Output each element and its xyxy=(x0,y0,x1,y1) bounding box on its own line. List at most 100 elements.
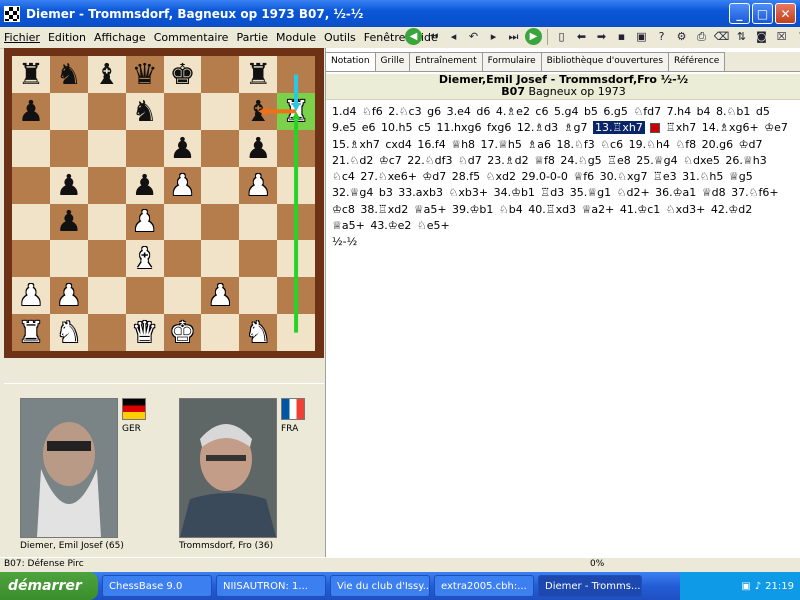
square-e7[interactable] xyxy=(163,92,202,130)
square-g7[interactable]: ♝ xyxy=(239,92,278,130)
square-h3[interactable] xyxy=(277,240,315,278)
start-button[interactable]: démarrer xyxy=(0,572,98,600)
black-bishop-icon[interactable]: ♝ xyxy=(94,59,120,89)
black-king-icon[interactable]: ♚ xyxy=(169,59,195,89)
white-pawn-icon[interactable]: ♟ xyxy=(169,170,195,200)
menu-partie[interactable]: Partie xyxy=(232,31,272,44)
square-d7[interactable]: ♞ xyxy=(125,92,164,130)
white-pawn-icon[interactable]: ♟ xyxy=(207,281,233,310)
menu-fenetre[interactable]: Fenêtre xyxy=(360,31,410,44)
white-knight-icon[interactable]: ♞ xyxy=(245,318,271,347)
new-document-icon[interactable]: ▯ xyxy=(553,28,570,45)
square-h5[interactable] xyxy=(277,166,315,204)
square-c2[interactable] xyxy=(87,277,126,315)
black-pawn-icon[interactable]: ♟ xyxy=(132,170,158,200)
square-c5[interactable] xyxy=(87,166,126,204)
black-bishop-icon[interactable]: ♝ xyxy=(245,96,271,126)
black-rook-icon[interactable]: ♜ xyxy=(245,59,271,89)
close-document-icon[interactable]: ☒ xyxy=(773,28,790,45)
white-pawn-icon[interactable]: ♟ xyxy=(132,207,158,236)
square-g4[interactable] xyxy=(239,203,278,241)
analysis-icon[interactable]: ⚙ xyxy=(673,28,690,45)
task-niisautron[interactable]: NIISAUTRON: 1... xyxy=(216,575,326,597)
square-c7[interactable] xyxy=(87,92,126,130)
undo-icon[interactable]: ↶ xyxy=(465,28,482,45)
tab-reference[interactable]: Référence xyxy=(668,52,726,71)
square-h8[interactable] xyxy=(277,56,315,93)
black-pawn-icon[interactable]: ♟ xyxy=(18,96,44,126)
volume-icon[interactable]: ♪ xyxy=(755,581,761,592)
tab-notation[interactable]: Notation xyxy=(325,52,376,71)
first-move-icon[interactable]: ⏮ xyxy=(425,28,442,45)
current-move[interactable]: 13.♖xh7 xyxy=(593,121,645,135)
square-a7[interactable]: ♟ xyxy=(12,92,50,130)
square-g1[interactable]: ♞ xyxy=(239,314,278,351)
menu-module[interactable]: Module xyxy=(272,31,320,44)
square-b3[interactable] xyxy=(49,240,88,278)
square-d4[interactable]: ♟ xyxy=(125,203,164,241)
menu-edition[interactable]: Edition xyxy=(44,31,90,44)
menu-affichage[interactable]: Affichage xyxy=(90,31,150,44)
last-move-icon[interactable]: ⏭ xyxy=(505,28,522,45)
square-f4[interactable] xyxy=(201,203,240,241)
square-d3[interactable]: ♝ xyxy=(125,240,164,278)
black-pawn-icon[interactable]: ♟ xyxy=(56,170,82,200)
erase-icon[interactable]: ⌫ xyxy=(713,28,730,45)
square-a1[interactable]: ♜ xyxy=(12,314,50,351)
square-e1[interactable]: ♚ xyxy=(163,314,202,351)
square-f2[interactable]: ♟ xyxy=(201,277,240,315)
square-a2[interactable]: ♟ xyxy=(12,277,50,315)
square-e2[interactable] xyxy=(163,277,202,315)
square-e4[interactable] xyxy=(163,203,202,241)
flip-board-icon[interactable]: ⇅ xyxy=(733,28,750,45)
annotate-icon[interactable]: ? xyxy=(653,28,670,45)
task-diemer[interactable]: Diemer - Tromms... xyxy=(538,575,642,597)
square-b2[interactable]: ♟ xyxy=(49,277,88,315)
back-icon[interactable]: ◀ xyxy=(405,28,422,45)
white-rook-icon[interactable]: ♜ xyxy=(283,96,309,126)
tab-formulaire[interactable]: Formulaire xyxy=(481,52,542,71)
task-chessbase[interactable]: ChessBase 9.0 xyxy=(102,575,212,597)
chess-board[interactable]: ♜ ♞ ♝ ♛ ♚ ♜ ♟ ♞ ♝ ♜ ♟ ♟ ♟ ♟ ♟ ♟ ♟ ♟ ♝ ♟ ♟ ♟ ♜ ♞ ♛ ♚ ♞ xyxy=(12,56,315,351)
moves-after[interactable]: ♖xh7 14.♗xg6+ ♔e7 15.♗xh7 cxd4 16.f4 ♕h8… xyxy=(332,121,788,232)
black-knight-icon[interactable]: ♞ xyxy=(132,96,158,126)
prev-move-icon[interactable]: ◂ xyxy=(445,28,462,45)
square-h7[interactable]: ♜ xyxy=(277,92,315,130)
square-b1[interactable]: ♞ xyxy=(49,314,88,351)
task-extra2005[interactable]: extra2005.cbh:... xyxy=(434,575,534,597)
minimize-button[interactable]: _ xyxy=(729,3,750,24)
white-rook-icon[interactable]: ♜ xyxy=(18,318,44,347)
square-d8[interactable]: ♛ xyxy=(125,56,164,93)
square-d1[interactable]: ♛ xyxy=(125,314,164,351)
square-h1[interactable] xyxy=(277,314,315,351)
square-g5[interactable]: ♟ xyxy=(239,166,278,204)
white-pawn-icon[interactable]: ♟ xyxy=(245,170,271,200)
square-g8[interactable]: ♜ xyxy=(239,56,278,93)
square-h4[interactable] xyxy=(277,203,315,241)
square-a5[interactable] xyxy=(12,166,50,204)
square-g3[interactable] xyxy=(239,240,278,278)
black-pawn-icon[interactable]: ♟ xyxy=(245,133,271,163)
save-icon[interactable]: ▪ xyxy=(613,28,630,45)
menu-commentaire[interactable]: Commentaire xyxy=(150,31,233,44)
square-b4[interactable]: ♟ xyxy=(49,203,88,241)
black-pawn-icon[interactable]: ♟ xyxy=(56,207,82,236)
square-h2[interactable] xyxy=(277,277,315,315)
menu-outils[interactable]: Outils xyxy=(320,31,360,44)
white-queen-icon[interactable]: ♛ xyxy=(132,318,158,347)
square-e3[interactable] xyxy=(163,240,202,278)
square-a8[interactable]: ♜ xyxy=(12,56,50,93)
white-bishop-icon[interactable]: ♝ xyxy=(132,244,158,273)
next-move-icon[interactable]: ▸ xyxy=(485,28,502,45)
square-f7[interactable] xyxy=(201,92,240,130)
maximize-button[interactable]: □ xyxy=(752,3,773,24)
square-b7[interactable] xyxy=(49,92,88,130)
square-c1[interactable] xyxy=(87,314,126,351)
square-c3[interactable] xyxy=(87,240,126,278)
menu-fichier[interactable]: Fichier xyxy=(0,31,44,44)
square-d2[interactable] xyxy=(125,277,164,315)
square-g2[interactable] xyxy=(239,277,278,315)
square-c6[interactable] xyxy=(87,129,126,167)
square-e5[interactable]: ♟ xyxy=(163,166,202,204)
square-f3[interactable] xyxy=(201,240,240,278)
